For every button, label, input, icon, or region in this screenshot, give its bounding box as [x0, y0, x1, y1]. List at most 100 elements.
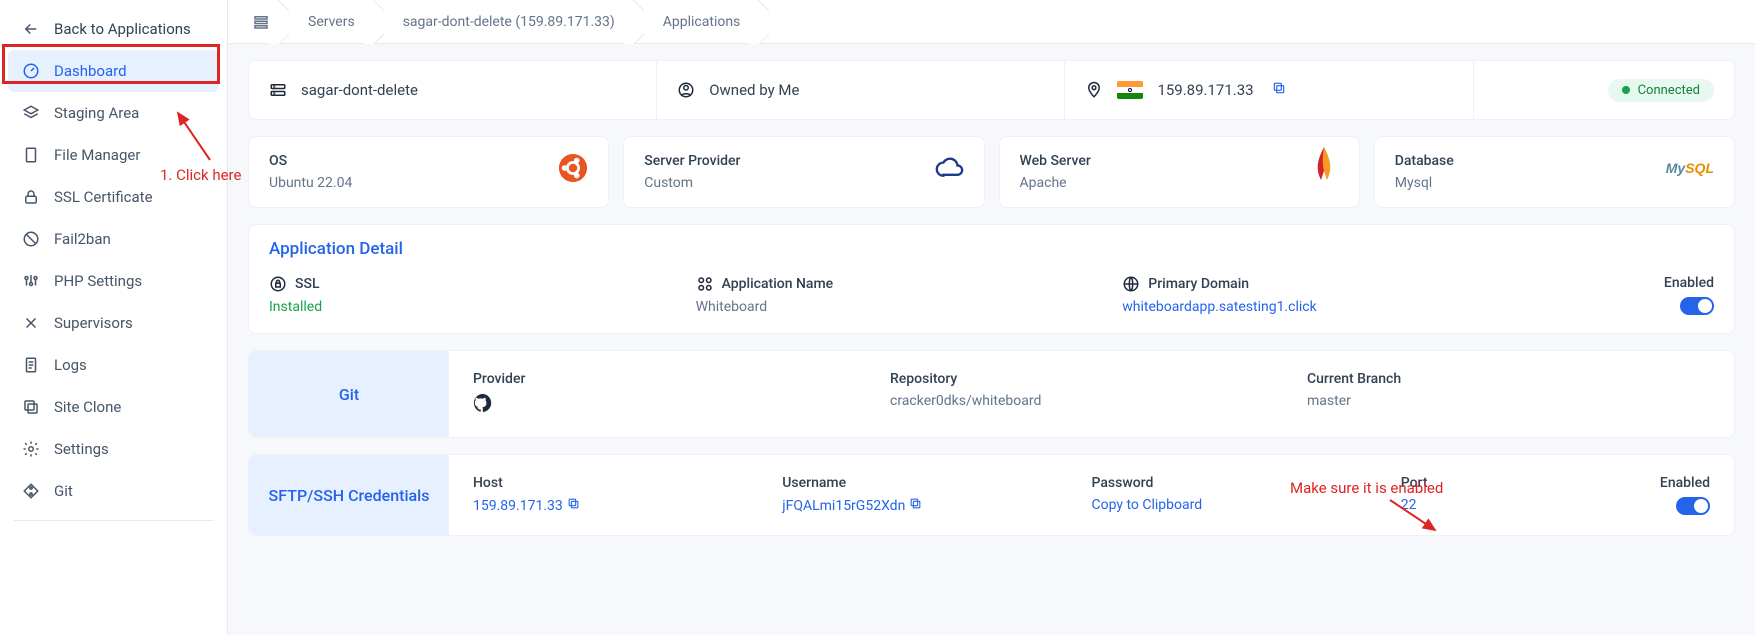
mysql-logo-icon: MySQL: [1666, 153, 1714, 183]
sidebar-item-logs[interactable]: Logs: [8, 344, 219, 386]
breadcrumb-item[interactable]: Servers: [288, 0, 383, 44]
pin-icon: [1085, 81, 1103, 99]
status-label: Connected: [1638, 83, 1700, 98]
sftp-host[interactable]: 159.89.171.33: [473, 497, 768, 514]
server-ip-seg: 159.89.171.33: [1065, 61, 1473, 119]
status-connected-pill: Connected: [1608, 79, 1714, 102]
ban-icon: [22, 230, 40, 248]
sidebar-divider: [14, 520, 213, 521]
copy-host-button[interactable]: [567, 498, 580, 514]
server-ip: 159.89.171.33: [1157, 81, 1253, 99]
sidebar-item-supervisors[interactable]: Supervisors: [8, 302, 219, 344]
sftp-port: 22: [1401, 497, 1549, 513]
info-database-card: Database Mysql MySQL: [1374, 136, 1735, 208]
gear-icon: [22, 440, 40, 458]
app-icon: [696, 275, 714, 293]
info-value: Custom: [644, 175, 740, 191]
sidebar-item-label: SSL Certificate: [54, 188, 153, 206]
server-status-seg: Connected: [1474, 61, 1734, 119]
app-name: Whiteboard: [696, 299, 1109, 315]
sidebar-item-label: Dashboard: [54, 62, 127, 80]
sidebar-item-fail2ban[interactable]: Fail2ban: [8, 218, 219, 260]
globe-icon: [1122, 275, 1140, 293]
git-repo: cracker0dks/whiteboard: [890, 393, 1293, 409]
sidebar-item-label: Site Clone: [54, 398, 121, 416]
info-value: Mysql: [1395, 175, 1454, 191]
sftp-card: SFTP/SSH Credentials Host 159.89.171.33 …: [248, 454, 1735, 536]
file-icon: [22, 146, 40, 164]
detail-label: Password: [1092, 475, 1387, 491]
detail-label: Provider: [473, 371, 876, 387]
detail-label: Application Name: [696, 275, 1109, 293]
git-card: Git Provider Repository cracker0dks/whit…: [248, 350, 1735, 438]
tools-icon: [22, 314, 40, 332]
detail-label: Enabled: [1660, 475, 1710, 491]
cloud-icon: [934, 153, 964, 183]
sidebar-item-site-clone[interactable]: Site Clone: [8, 386, 219, 428]
server-icon: [269, 81, 287, 99]
sidebar-back-button[interactable]: Back to Applications: [8, 8, 219, 50]
info-value: Ubuntu 22.04: [269, 175, 352, 191]
gauge-icon: [22, 62, 40, 80]
sidebar-item-php[interactable]: PHP Settings: [8, 260, 219, 302]
detail-label: Current Branch: [1307, 371, 1710, 387]
sidebar-item-dashboard[interactable]: Dashboard: [8, 50, 219, 92]
main-panel: Servers sagar-dont-delete (159.89.171.33…: [228, 0, 1755, 635]
sidebar-item-label: File Manager: [54, 146, 140, 164]
info-webserver-card: Web Server Apache: [999, 136, 1360, 208]
detail-label: Enabled: [1664, 275, 1714, 291]
sidebar-item-label: Settings: [54, 440, 109, 458]
sliders-icon: [22, 272, 40, 290]
shield-lock-icon: [269, 275, 287, 293]
server-name: sagar-dont-delete: [301, 81, 418, 99]
sidebar-item-file-manager[interactable]: File Manager: [8, 134, 219, 176]
sidebar-item-settings[interactable]: Settings: [8, 428, 219, 470]
sftp-tab-head[interactable]: SFTP/SSH Credentials: [249, 455, 449, 535]
section-title: Application Detail: [249, 225, 1734, 265]
lock-icon: [22, 188, 40, 206]
sidebar-item-label: Supervisors: [54, 314, 133, 332]
info-provider-card: Server Provider Custom: [623, 136, 984, 208]
info-label: OS: [269, 153, 352, 169]
ubuntu-logo-icon: [558, 153, 588, 183]
user-icon: [677, 81, 695, 99]
git-icon: [22, 482, 40, 500]
breadcrumb-item[interactable]: Applications: [643, 0, 769, 44]
detail-label: Primary Domain: [1122, 275, 1535, 293]
sftp-user[interactable]: jFQALmi15rG52Xdn: [782, 497, 1077, 514]
detail-label: Host: [473, 475, 768, 491]
list-icon: [252, 13, 270, 31]
detail-label: Repository: [890, 371, 1293, 387]
sidebar-item-git[interactable]: Git: [8, 470, 219, 512]
sftp-copy-password[interactable]: Copy to Clipboard: [1092, 497, 1387, 513]
detail-label: Username: [782, 475, 1077, 491]
app-enabled-toggle[interactable]: [1680, 297, 1714, 315]
primary-domain-link[interactable]: whiteboardapp.satesting1.click: [1122, 299, 1535, 315]
sidebar-item-staging[interactable]: Staging Area: [8, 92, 219, 134]
apache-logo-icon: [1309, 153, 1339, 183]
server-name-seg: sagar-dont-delete: [249, 61, 657, 119]
sidebar-item-label: Git: [54, 482, 73, 500]
breadcrumb-label: Applications: [663, 14, 741, 30]
breadcrumb-home[interactable]: [236, 0, 288, 44]
sidebar-item-ssl[interactable]: SSL Certificate: [8, 176, 219, 218]
document-icon: [22, 356, 40, 374]
breadcrumb-item[interactable]: sagar-dont-delete (159.89.171.33): [383, 0, 643, 44]
info-label: Web Server: [1020, 153, 1091, 169]
breadcrumb-label: sagar-dont-delete (159.89.171.33): [403, 14, 615, 30]
copy-user-button[interactable]: [909, 498, 922, 514]
application-detail-card: Application Detail SSL Installed Applica…: [248, 224, 1735, 334]
server-owner-seg: Owned by Me: [657, 61, 1065, 119]
info-os-card: OS Ubuntu 22.04: [248, 136, 609, 208]
sftp-enabled-toggle[interactable]: [1676, 497, 1710, 515]
git-tab-head[interactable]: Git: [249, 351, 449, 437]
status-dot-icon: [1622, 86, 1630, 94]
copy-ip-button[interactable]: [1272, 81, 1286, 99]
arrow-left-icon: [22, 20, 40, 38]
copy-icon: [22, 398, 40, 416]
layers-icon: [22, 104, 40, 122]
server-owner: Owned by Me: [709, 81, 799, 99]
sidebar-item-label: Logs: [54, 356, 87, 374]
git-branch: master: [1307, 393, 1710, 409]
breadcrumb: Servers sagar-dont-delete (159.89.171.33…: [228, 0, 1755, 44]
